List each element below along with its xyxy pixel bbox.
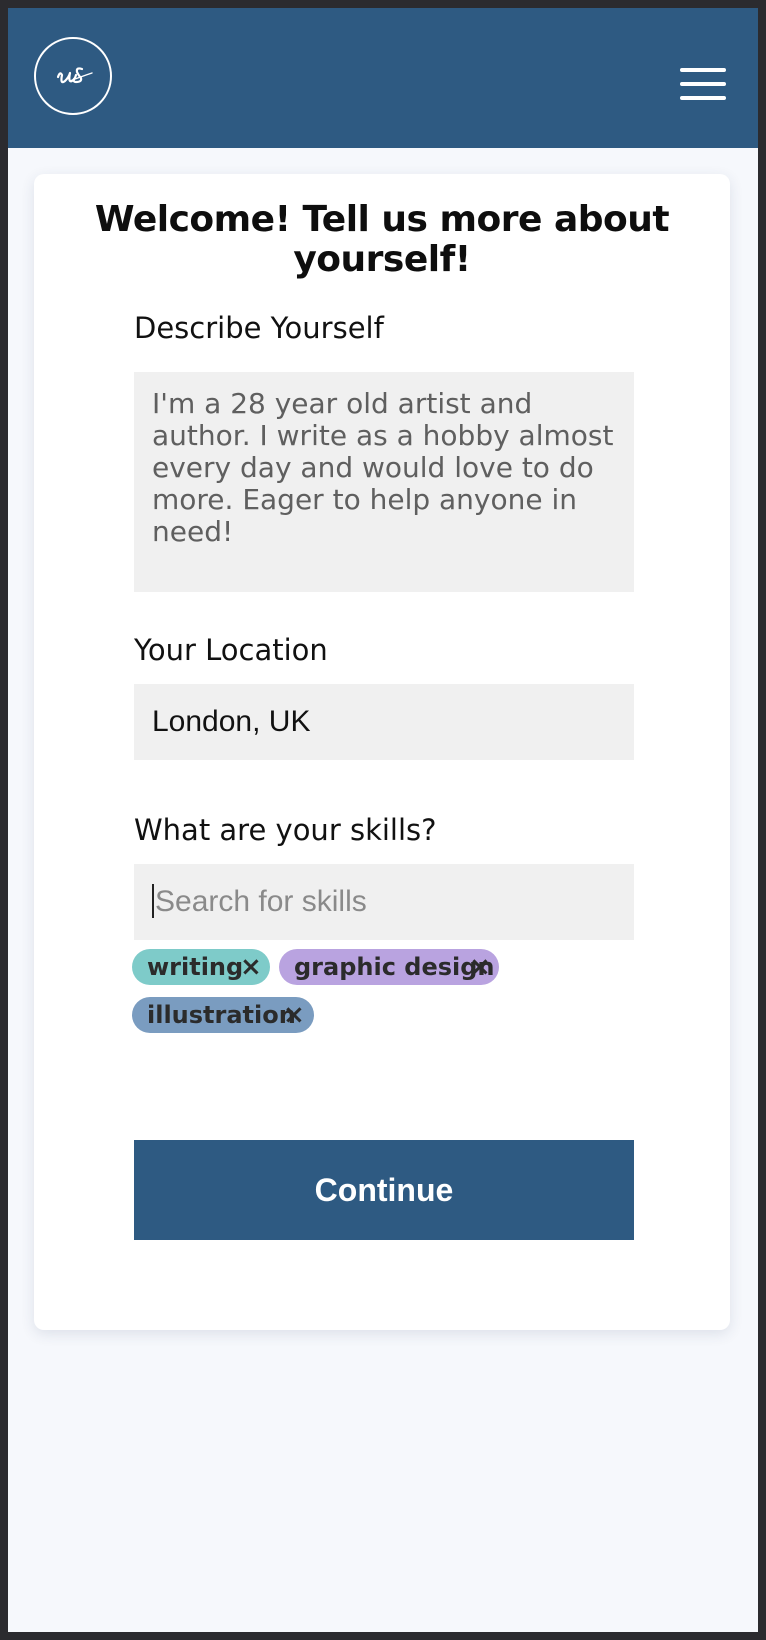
location-label: Your Location <box>134 633 328 667</box>
skill-chip-graphic-design: graphic design × <box>279 949 499 985</box>
skills-label: What are your skills? <box>134 813 437 847</box>
describe-yourself-label: Describe Yourself <box>134 311 384 345</box>
skill-chip-writing: writing × <box>132 949 270 985</box>
continue-button[interactable]: Continue <box>134 1140 634 1240</box>
skill-chip-label: graphic design <box>294 953 495 981</box>
skill-chip-label: illustration <box>147 1001 296 1029</box>
app-header <box>8 8 758 148</box>
skills-search-placeholder: Search for skills <box>155 885 367 918</box>
skill-chip-label: writing <box>147 953 244 981</box>
hamburger-menu-icon[interactable] <box>680 64 728 104</box>
menu-line <box>680 68 726 72</box>
menu-line <box>680 96 726 100</box>
skills-search-input[interactable]: Search for skills <box>134 864 634 940</box>
page-title: Welcome! Tell us more about yourself! <box>94 199 670 280</box>
remove-skill-icon[interactable]: × <box>283 997 305 1033</box>
menu-line <box>680 82 726 86</box>
remove-skill-icon[interactable]: × <box>240 949 262 985</box>
location-input[interactable]: London, UK <box>134 684 634 760</box>
text-caret <box>152 884 154 919</box>
us-logo-icon[interactable] <box>34 37 112 115</box>
profile-form-card: Welcome! Tell us more about yourself! De… <box>34 174 730 1330</box>
describe-yourself-textarea[interactable]: I'm a 28 year old artist and author. I w… <box>134 372 634 592</box>
skill-chip-illustration: illustration × <box>132 997 314 1033</box>
app-screen: Welcome! Tell us more about yourself! De… <box>8 8 758 1632</box>
remove-skill-icon[interactable]: × <box>469 949 491 985</box>
